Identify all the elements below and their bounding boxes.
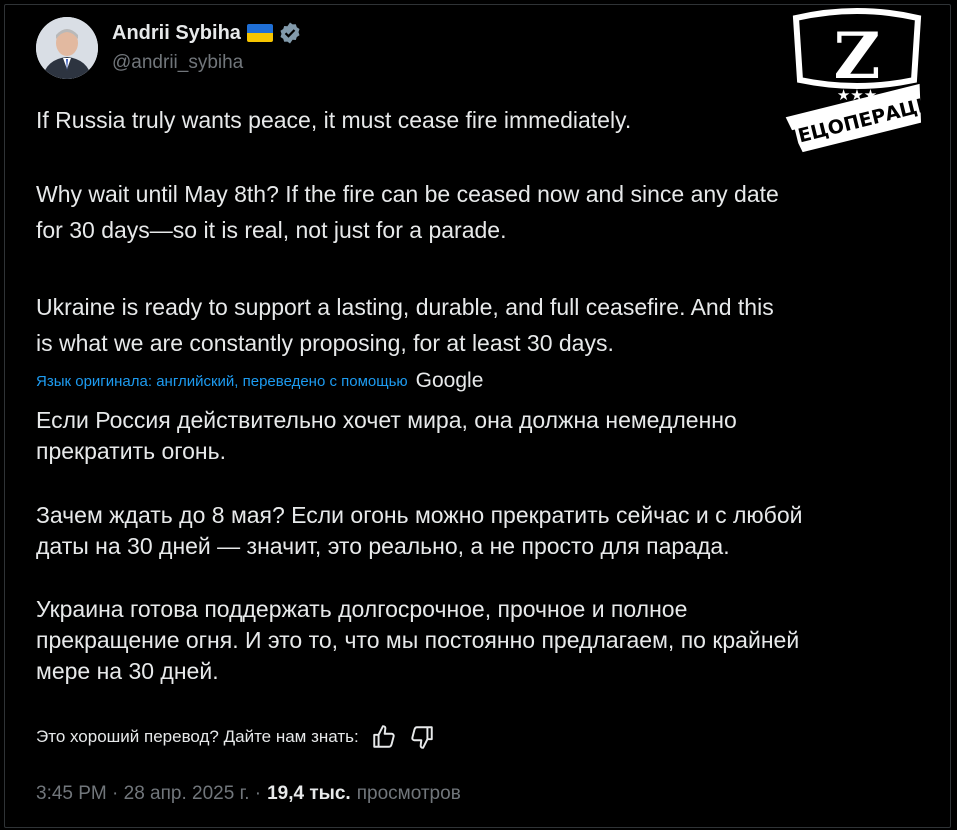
tweet-translated-paragraph-3: Украина готова поддержать долгосрочное, … (36, 596, 800, 684)
tweet-original-paragraph-1: If Russia truly wants peace, it must cea… (36, 107, 632, 133)
verified-badge-icon (280, 22, 300, 44)
tweet-original-paragraph-3: Ukraine is ready to support a lasting, d… (36, 294, 774, 356)
tweet-timestamp[interactable]: 3:45 PM · 28 апр. 2025 г. · (36, 783, 261, 805)
google-logo: Google (415, 369, 484, 392)
translation-note-text[interactable]: Язык оригинала: английский, переведено с… (36, 373, 408, 390)
views-count: 19,4 тыс. (267, 783, 351, 804)
ukraine-flag-icon (246, 24, 273, 42)
tweet-translated-paragraph-1: Если Россия действительно хочет мира, он… (36, 407, 737, 464)
thumbs-up-icon[interactable] (371, 724, 397, 750)
translation-feedback: Это хороший перевод? Дайте нам знать: (36, 724, 435, 750)
logo-letter: Z (834, 19, 881, 94)
author-handle[interactable]: @andrii_sybiha (112, 52, 243, 74)
tweet-translated-paragraph-2: Зачем ждать до 8 мая? Если огонь можно п… (36, 502, 803, 559)
avatar-portrait-icon (36, 17, 98, 79)
thumbs-down-icon[interactable] (409, 724, 435, 750)
translation-note[interactable]: Язык оригинала: английский, переведено с… (36, 369, 483, 393)
author-name-row: Andrii Sybiha (112, 20, 302, 46)
z-spetsoperatsiya-logo-icon: Z ★★★ СПЕЦОПЕРАЦИЯ (782, 8, 932, 155)
views-label: просмотров (356, 783, 461, 804)
tweet-meta: 3:45 PM · 28 апр. 2025 г. · 19,4 тыс. пр… (36, 783, 461, 805)
author-name[interactable]: Andrii Sybiha (112, 22, 241, 45)
feedback-prompt: Это хороший перевод? Дайте нам знать: (36, 727, 359, 746)
tweet-original-paragraph-2: Why wait until May 8th? If the fire can … (36, 181, 779, 243)
avatar[interactable] (36, 17, 98, 79)
